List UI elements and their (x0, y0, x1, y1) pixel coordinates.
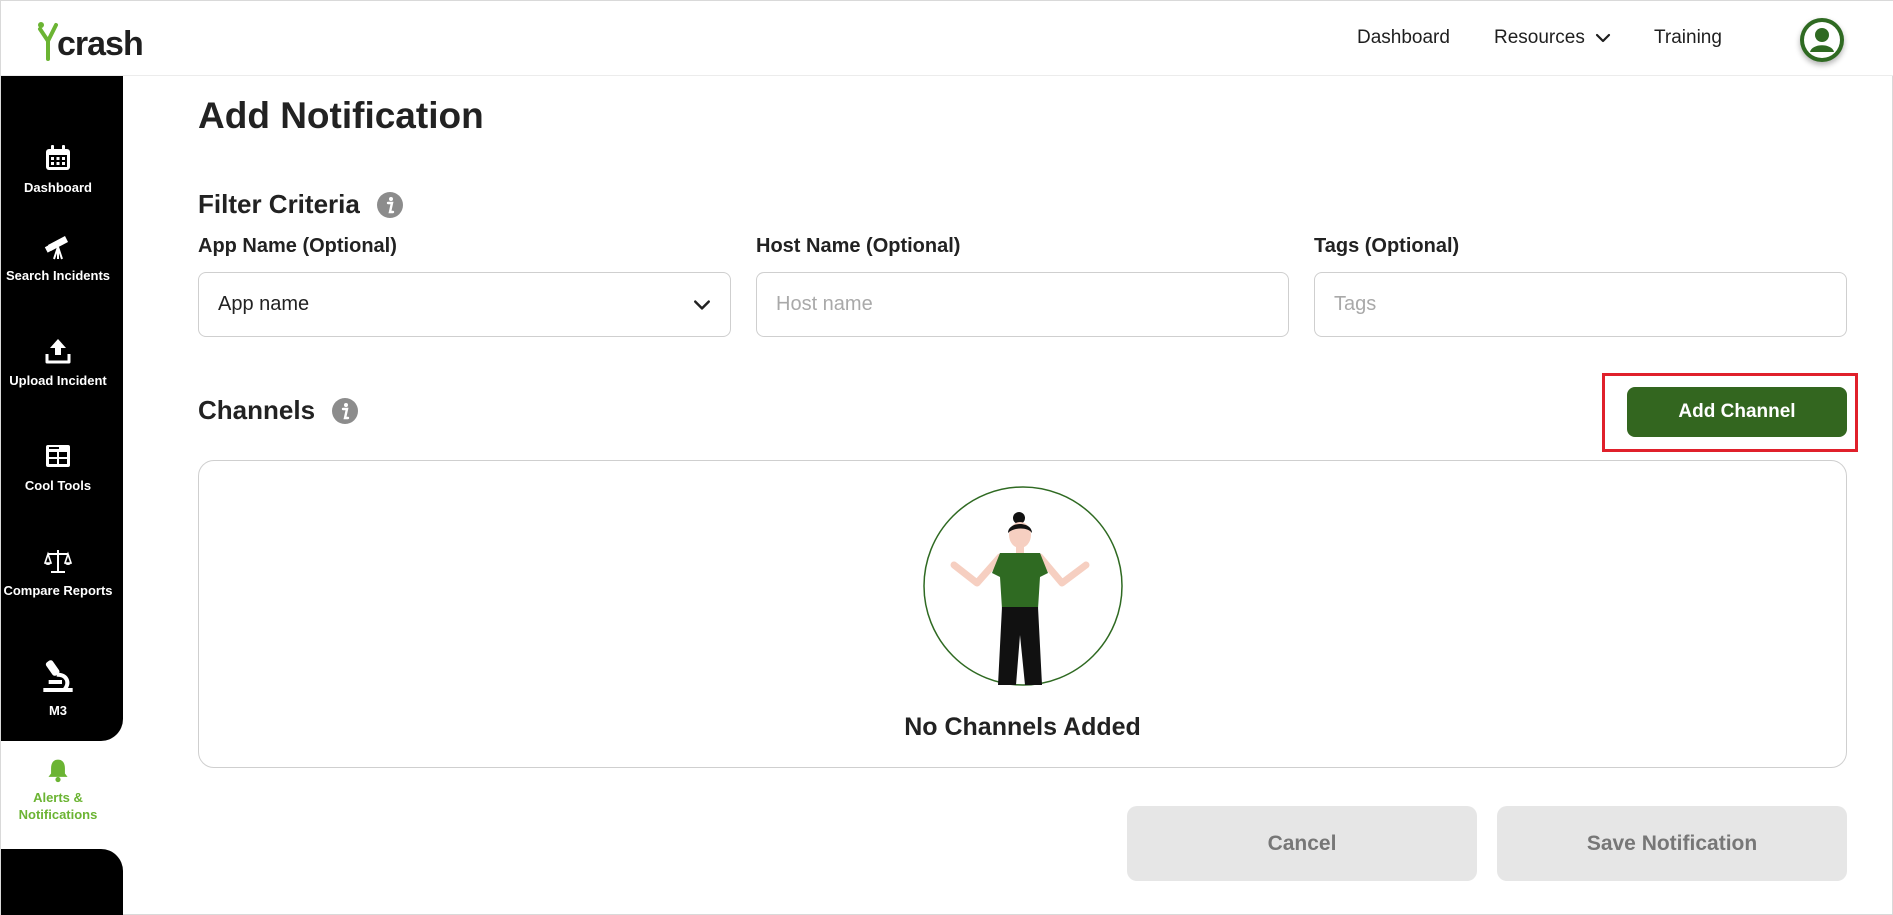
filter-criteria-heading: Filter Criteria (198, 189, 404, 220)
empty-state-text: No Channels Added (904, 713, 1141, 741)
upload-icon (45, 339, 71, 364)
nav-resources-label: Resources (1494, 27, 1585, 48)
sidebar-item-m3[interactable]: M3 (1, 656, 115, 719)
channels-title: Channels (198, 395, 316, 425)
telescope-icon (44, 236, 68, 260)
logo-mark-icon (38, 22, 58, 61)
host-name-input[interactable] (776, 293, 1269, 316)
grid-window-icon (46, 445, 70, 467)
info-icon[interactable] (376, 191, 404, 219)
app-name-label: App Name (Optional) (198, 235, 397, 257)
sidebar-item-label: Alerts & Notifications (18, 790, 98, 822)
nav-training-label: Training (1654, 27, 1722, 48)
sidebar-item-search-incidents[interactable]: Search Incidents (1, 231, 115, 284)
host-name-label: Host Name (Optional) (756, 235, 961, 257)
calendar-icon (46, 145, 70, 170)
sidebar-item-alerts-notifications[interactable]: Alerts & Notifications (1, 757, 115, 823)
channels-heading: Channels (198, 395, 359, 426)
sidebar-item-label: Dashboard (24, 180, 92, 195)
nav-dashboard[interactable]: Dashboard (1357, 27, 1450, 49)
nav-training[interactable]: Training (1654, 27, 1722, 49)
sidebar-item-dashboard[interactable]: Dashboard (1, 143, 115, 196)
tags-label: Tags (Optional) (1314, 235, 1460, 257)
scale-icon (43, 550, 73, 573)
crash-logo[interactable]: crash (37, 19, 144, 63)
app-window: crash Dashboard Resources Training Dashb… (0, 0, 1893, 915)
chevron-down-icon (694, 299, 710, 310)
chevron-down-icon (1595, 33, 1610, 43)
cancel-button[interactable]: Cancel (1127, 806, 1477, 881)
bell-icon (48, 759, 68, 783)
save-notification-button[interactable]: Save Notification (1497, 806, 1847, 881)
user-avatar[interactable] (1800, 18, 1844, 62)
app-name-value: App name (218, 293, 310, 315)
sidebar-footer (1, 849, 123, 915)
app-name-select[interactable]: App name (198, 272, 731, 337)
sidebar-item-label: Cool Tools (24, 478, 92, 493)
empty-state-illustration (923, 486, 1123, 686)
sidebar-item-label: Compare Reports (3, 583, 113, 598)
page-title: Add Notification (198, 95, 484, 136)
tags-field-wrapper (1314, 272, 1847, 337)
add-channel-button[interactable]: Add Channel (1627, 387, 1847, 437)
sidebar-item-upload-incident[interactable]: Upload Incident (1, 336, 115, 389)
sidebar-item-compare-reports[interactable]: Compare Reports (1, 546, 115, 599)
nav-resources[interactable]: Resources (1494, 27, 1611, 49)
sidebar-item-cool-tools[interactable]: Cool Tools (1, 441, 115, 494)
nav-dashboard-label: Dashboard (1357, 27, 1450, 48)
sidebar-item-label: M3 (48, 703, 68, 718)
logo-text: crash (57, 25, 144, 63)
microscope-icon (43, 660, 73, 692)
user-circle-icon (1804, 22, 1840, 58)
channels-empty-panel: No Channels Added (198, 460, 1847, 768)
sidebar-item-label: Upload Incident (9, 373, 107, 388)
tags-input[interactable] (1334, 293, 1827, 316)
top-bar: crash Dashboard Resources Training (1, 1, 1893, 76)
filter-criteria-title: Filter Criteria (198, 189, 360, 219)
info-icon[interactable] (331, 397, 359, 425)
sidebar-item-label: Search Incidents (5, 268, 111, 283)
sidebar: Dashboard Search Incidents Upload Incide… (1, 76, 123, 741)
host-name-field-wrapper (756, 272, 1289, 337)
